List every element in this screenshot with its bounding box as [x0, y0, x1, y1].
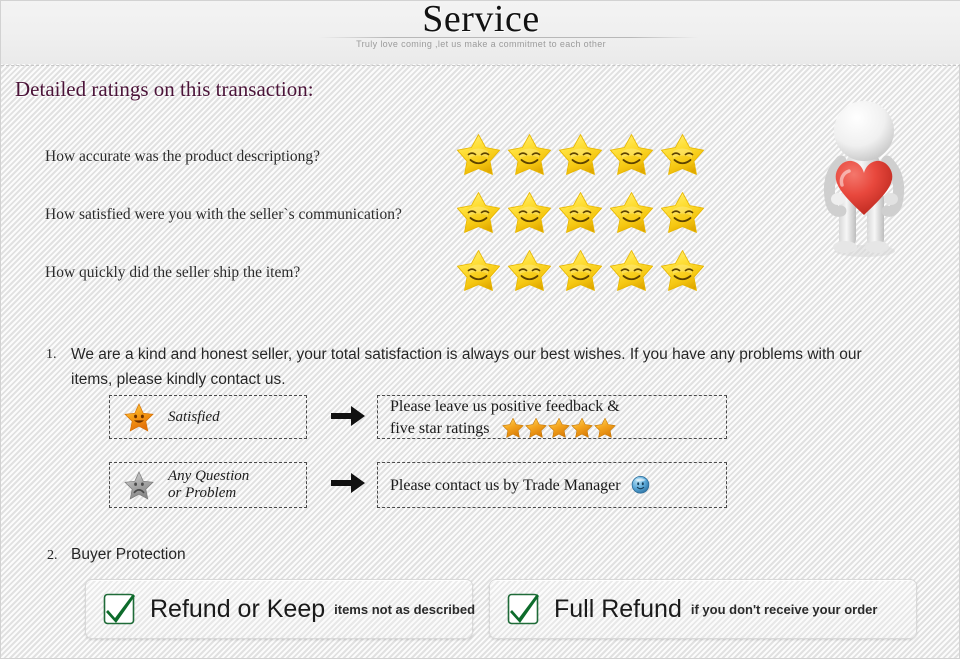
gold-star-icon — [594, 417, 616, 438]
flow-left-label-line2: or Problem — [168, 485, 237, 501]
protection-title: Full Refund — [554, 594, 682, 623]
flow-right-box: Please contact us by Trade Manager — [377, 462, 727, 508]
arrow-right-icon — [331, 473, 365, 493]
page-subtitle: Truly love coming ,let us make a commitm… — [356, 39, 606, 49]
green-checkmark-icon — [507, 593, 539, 625]
page-header: Service Truly love coming ,let us make a… — [1, 1, 960, 64]
rating-star-group[interactable] — [455, 248, 706, 293]
rating-star-group[interactable] — [455, 132, 706, 177]
smiley-star-icon[interactable] — [608, 248, 655, 293]
service-page: Service Truly love coming ,let us make a… — [0, 0, 960, 659]
buyer-protection-heading: Buyer Protection — [71, 546, 186, 563]
rating-row: How satisfied were you with the seller`s… — [45, 190, 745, 248]
list-number: 1. — [46, 347, 57, 362]
smiley-star-icon[interactable] — [455, 248, 502, 293]
gold-star-icon — [548, 417, 570, 438]
protection-refund-or-keep-button[interactable]: Refund or Keep items not as described — [85, 579, 476, 639]
protection-subtitle: items not as described — [334, 601, 476, 617]
smiley-star-icon[interactable] — [506, 190, 553, 235]
flow-right-box: Please leave us positive feedback & five… — [377, 395, 727, 439]
trade-manager-icon[interactable] — [631, 475, 650, 494]
flow-right-text: Please contact us by Trade Manager — [390, 475, 650, 496]
flow-left-box: Any Question or Problem — [109, 462, 307, 508]
smiley-star-icon[interactable] — [455, 132, 502, 177]
happy-star-icon — [124, 402, 154, 432]
protection-subtitle: if you don't receive your order — [690, 601, 878, 617]
list-number: 2. — [47, 548, 58, 563]
rating-question: How accurate was the product description… — [45, 148, 321, 165]
arrow-right-icon — [331, 406, 365, 426]
smiley-star-icon[interactable] — [608, 132, 655, 177]
rating-question: How satisfied were you with the seller`s… — [45, 206, 402, 223]
smiley-star-icon[interactable] — [557, 132, 604, 177]
title-rule-divider — [319, 37, 699, 38]
rating-star-group[interactable] — [455, 190, 706, 235]
flow-left-label-line1: Any Question — [168, 468, 250, 484]
dashed-divider — [1, 65, 960, 66]
flow-left-box: Satisfied — [109, 395, 307, 439]
smiley-star-icon[interactable] — [506, 248, 553, 293]
rating-row: How accurate was the product description… — [45, 132, 745, 190]
smiley-star-icon[interactable] — [455, 190, 502, 235]
sad-star-icon — [124, 470, 154, 500]
flow-left-label-line1: Satisfied — [168, 408, 220, 425]
smiley-star-icon[interactable] — [608, 190, 655, 235]
smiley-star-icon[interactable] — [557, 190, 604, 235]
gold-star-icon — [571, 417, 593, 438]
page-title: Service — [422, 1, 540, 40]
smiley-star-icon[interactable] — [659, 132, 706, 177]
gold-star-icon — [525, 417, 547, 438]
protection-title: Refund or Keep — [150, 594, 326, 623]
flow-right-line1: Please leave us positive feedback & — [390, 397, 620, 415]
green-checkmark-icon — [103, 593, 135, 625]
flow-right-text: Please leave us positive feedback & five… — [390, 396, 620, 439]
five-star-group — [502, 417, 616, 438]
ratings-section-heading: Detailed ratings on this transaction: — [15, 77, 314, 101]
smiley-star-icon[interactable] — [557, 248, 604, 293]
3d-person-holding-heart-icon — [809, 99, 921, 259]
flow-left-label: Satisfied — [168, 409, 220, 426]
rating-row: How quickly did the seller ship the item… — [45, 248, 745, 306]
rating-question: How quickly did the seller ship the item… — [45, 264, 301, 281]
smiley-star-icon[interactable] — [506, 132, 553, 177]
seller-statement-text: We are a kind and honest seller, your to… — [71, 346, 862, 388]
gold-star-icon — [502, 417, 524, 438]
flow-right-line1: Please contact us by Trade Manager — [390, 476, 621, 494]
flow-left-label: Any Question or Problem — [168, 468, 249, 502]
protection-full-refund-button[interactable]: Full Refund if you don't receive your or… — [489, 579, 917, 639]
flow-right-line2: five star ratings — [390, 419, 490, 437]
smiley-star-icon[interactable] — [659, 248, 706, 293]
smiley-star-icon[interactable] — [659, 190, 706, 235]
